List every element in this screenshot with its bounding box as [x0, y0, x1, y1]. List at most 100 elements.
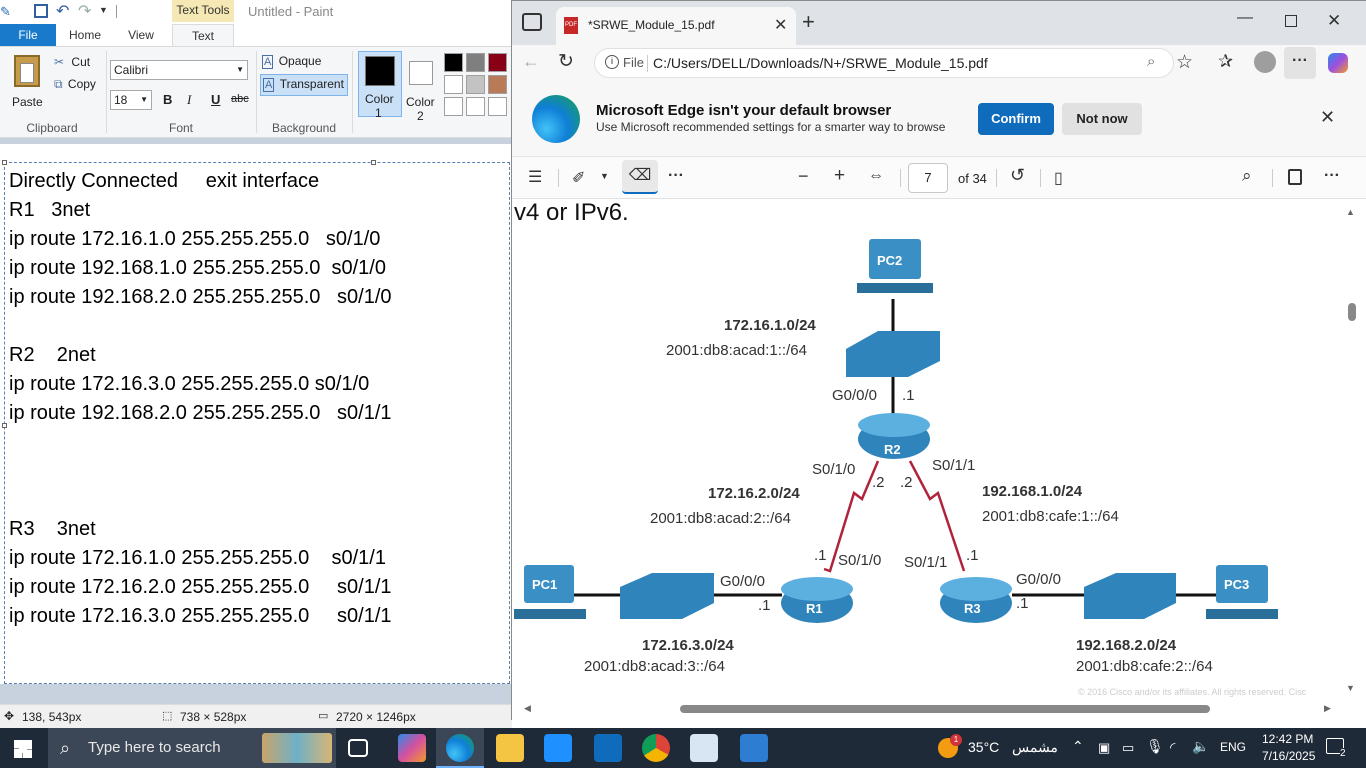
bold-button[interactable]: B [163, 92, 172, 107]
palette-swatch-lightgray[interactable] [466, 75, 485, 94]
clock-time[interactable]: 12:42 PM [1262, 732, 1313, 746]
not-now-button[interactable]: Not now [1062, 103, 1142, 135]
transparent-button[interactable]: A Transparent [260, 74, 348, 96]
minimize-icon[interactable]: — [1234, 9, 1256, 27]
edge-taskbar-icon[interactable] [436, 728, 484, 768]
palette-swatch-black[interactable] [444, 53, 463, 72]
erase-icon[interactable]: ⌫ [622, 160, 658, 194]
weather-temperature[interactable]: 35°C [968, 739, 999, 755]
palette-swatch-darkred[interactable] [488, 53, 507, 72]
more-options-icon[interactable]: ··· [1284, 47, 1316, 79]
clock-date[interactable]: 7/16/2025 [1262, 749, 1315, 763]
palette-swatch-empty[interactable] [466, 97, 485, 116]
color2-button[interactable]: Color 2 [404, 51, 440, 123]
tab-view[interactable]: View [116, 24, 166, 46]
tab-home[interactable]: Home [60, 24, 110, 46]
paste-button[interactable]: Paste [8, 53, 48, 109]
favorite-star-icon[interactable]: ☆ [1176, 51, 1193, 74]
horizontal-scrollbar-thumb[interactable] [680, 705, 1210, 713]
strikethrough-button[interactable]: abc [231, 93, 249, 105]
fit-page-icon[interactable]: ⇔ [868, 167, 884, 185]
close-tab-icon[interactable]: ✕ [774, 15, 787, 35]
font-family-select[interactable]: Calibri ▼ [110, 60, 248, 80]
page-number-input[interactable]: 7 [908, 163, 948, 193]
maximize-icon[interactable] [1285, 15, 1297, 27]
battery-icon[interactable]: ▭ [1122, 740, 1134, 756]
page-view-icon[interactable]: ▯ [1054, 168, 1063, 188]
rotate-icon[interactable]: ↺ [1010, 165, 1025, 186]
volume-icon[interactable]: 🔈 [1192, 738, 1209, 755]
contents-icon[interactable]: ☰ [528, 167, 542, 187]
palette-swatch-empty[interactable] [444, 97, 463, 116]
tray-chevron-up-icon[interactable]: ⌃ [1072, 738, 1084, 755]
resize-handle[interactable] [2, 160, 7, 165]
chevron-down-icon[interactable]: ▼ [600, 171, 609, 181]
ribbon: Paste ✂ Cut ⧉ Copy Clipboard Calibri ▼ 1… [0, 46, 512, 138]
input-language[interactable]: ENG [1220, 740, 1246, 754]
address-bar[interactable]: i File C:/Users/DELL/Downloads/N+/SRWE_M… [594, 48, 1174, 78]
redo-icon[interactable]: ↷ [78, 1, 91, 21]
scroll-right-arrow[interactable]: ▶ [1324, 703, 1331, 714]
taskbar-search-box[interactable]: ⌕ Type here to search [48, 728, 336, 768]
edge-window: PDF *SRWE_Module_15.pdf ✕ + — ✕ ← ↻ i Fi… [511, 0, 1366, 721]
color2-label-b: 2 [417, 109, 424, 123]
search-icon[interactable]: ⌕ [1242, 166, 1252, 186]
font-size-select[interactable]: 18 ▼ [110, 90, 152, 110]
new-tab-icon[interactable]: + [802, 9, 815, 35]
windows-start-icon[interactable] [14, 740, 32, 758]
tab-file[interactable]: File [0, 24, 56, 46]
zoom-out-icon[interactable]: − [798, 166, 809, 187]
refresh-icon[interactable]: ↻ [558, 50, 574, 73]
scroll-up-arrow[interactable]: ▲ [1346, 207, 1355, 217]
copilot-icon[interactable] [1328, 53, 1348, 73]
palette-swatch-white[interactable] [444, 75, 463, 94]
save-icon[interactable] [1288, 169, 1302, 185]
tab-text[interactable]: Text [172, 24, 234, 46]
outlook-icon[interactable] [594, 734, 622, 762]
settings-more-icon[interactable]: ··· [1324, 167, 1340, 185]
back-icon[interactable]: ← [522, 51, 540, 72]
scroll-down-arrow[interactable]: ▼ [1346, 683, 1355, 693]
zoom-in-icon[interactable]: + [834, 165, 845, 187]
save-icon[interactable] [34, 4, 48, 18]
microphone-icon[interactable]: 🎙 [1146, 738, 1164, 755]
divider [352, 51, 353, 133]
wifi-icon[interactable]: ◜ [1170, 739, 1175, 756]
tab-pdf[interactable]: PDF *SRWE_Module_15.pdf ✕ [556, 7, 796, 45]
file-explorer-icon[interactable] [496, 734, 524, 762]
more-tools-icon[interactable]: ··· [668, 167, 684, 185]
palette-swatch-empty[interactable] [488, 97, 507, 116]
zoom-icon[interactable]: ⌕ [1147, 53, 1155, 70]
close-banner-icon[interactable]: ✕ [1320, 107, 1335, 128]
palette-swatch-gray[interactable] [466, 53, 485, 72]
vertical-scrollbar-thumb[interactable] [1348, 303, 1356, 321]
chrome-icon[interactable] [642, 734, 670, 762]
underline-button[interactable]: U [211, 92, 220, 107]
photos-taskbar-icon[interactable] [740, 734, 768, 762]
scroll-left-arrow[interactable]: ◀ [524, 703, 531, 714]
profile-avatar[interactable] [1254, 51, 1276, 73]
close-window-icon[interactable]: ✕ [1327, 11, 1341, 31]
palette-swatch-brown[interactable] [488, 75, 507, 94]
paint-taskbar-icon[interactable] [690, 734, 718, 762]
opaque-button[interactable]: A Opaque [262, 54, 348, 72]
copy-button[interactable]: ⧉ Copy [54, 77, 104, 95]
weather-condition[interactable]: مشمس [1012, 739, 1058, 756]
store-icon[interactable] [544, 734, 572, 762]
favorites-icon[interactable]: ✰ [1218, 51, 1233, 72]
italic-button[interactable]: I [187, 92, 191, 108]
customize-quick-access-icon[interactable]: ▼ [99, 5, 108, 15]
tab-actions-icon[interactable] [522, 13, 542, 31]
resize-handle[interactable] [2, 423, 7, 428]
confirm-button[interactable]: Confirm [978, 103, 1054, 135]
pdf-viewer[interactable]: v4 or IPv6. PC2 R2 R1 R3 PC1 PC3 172.16.… [512, 199, 1366, 721]
cut-button[interactable]: ✂ Cut [54, 55, 104, 73]
resize-handle[interactable] [371, 160, 376, 165]
undo-icon[interactable]: ↶ [56, 1, 69, 21]
task-view-icon[interactable] [348, 739, 368, 757]
pdf-toolbar: ☰ ✐ ▼ ⌫ ··· − + ⇔ 7 of 34 ↺ ▯ ⌕ ··· [512, 157, 1366, 199]
color1-button[interactable]: Color 1 [358, 51, 402, 120]
copilot-taskbar-icon[interactable] [398, 734, 426, 762]
draw-icon[interactable]: ✐ [572, 168, 585, 188]
tray-icon[interactable]: ▣ [1098, 740, 1110, 756]
